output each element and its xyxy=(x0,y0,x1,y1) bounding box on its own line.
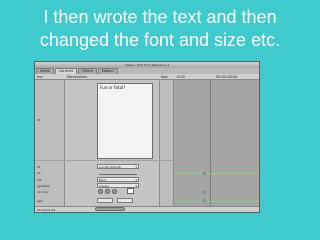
playhead-line[interactable] xyxy=(210,80,211,206)
expand-triangle-icon[interactable] xyxy=(98,189,103,194)
origin-y-field[interactable] xyxy=(117,198,133,203)
alignment-value: Center xyxy=(99,184,110,188)
text-value: Fun or Fatal? xyxy=(100,85,126,90)
origin-keyframe-line xyxy=(174,201,259,202)
chevron-down-icon: ▾ xyxy=(135,165,137,169)
timecode-display: 00:00:01;04 xyxy=(37,208,56,212)
font-color-label: nt Color xyxy=(37,190,49,194)
row-divider xyxy=(35,160,259,161)
style-value: Bold xyxy=(99,178,106,182)
font-value: Lucida Grande xyxy=(99,165,121,169)
size-label: ze xyxy=(37,171,41,175)
timeline-scrollbar[interactable] xyxy=(95,207,125,211)
caption-line-2: changed the font and size etc. xyxy=(39,30,281,50)
size-slider[interactable] xyxy=(99,174,137,175)
alignment-label: ignment xyxy=(37,184,50,188)
font-label: nt xyxy=(37,165,41,169)
origin-label: igin xyxy=(37,199,43,203)
font-dropdown[interactable]: Lucida Grande ▾ xyxy=(97,164,139,169)
viewer-window: Viewer: Text from Sequence 1 Video Contr… xyxy=(34,61,260,213)
style-label: yle xyxy=(37,178,42,182)
origin-x-field[interactable] xyxy=(97,198,113,203)
text-input-area[interactable]: Fun or Fatal? xyxy=(97,83,153,159)
status-bar: 00:00:01;04 xyxy=(35,206,259,212)
style-dropdown[interactable]: Bold ▾ xyxy=(97,177,139,182)
size-keyframe-line xyxy=(174,173,259,174)
slide-caption: I then wrote the text and then changed t… xyxy=(0,6,320,52)
keyframe-timeline[interactable] xyxy=(174,80,259,206)
text-label: xt xyxy=(37,118,40,122)
chevron-down-icon: ▾ xyxy=(135,184,137,188)
caption-line-1: I then wrote the text and then xyxy=(43,7,277,27)
nav-column xyxy=(160,80,174,206)
chevron-down-icon: ▾ xyxy=(135,178,137,182)
color-picker-icon[interactable] xyxy=(112,189,117,194)
font-color-swatch[interactable] xyxy=(127,188,134,194)
eyedropper-icon[interactable] xyxy=(105,189,110,194)
